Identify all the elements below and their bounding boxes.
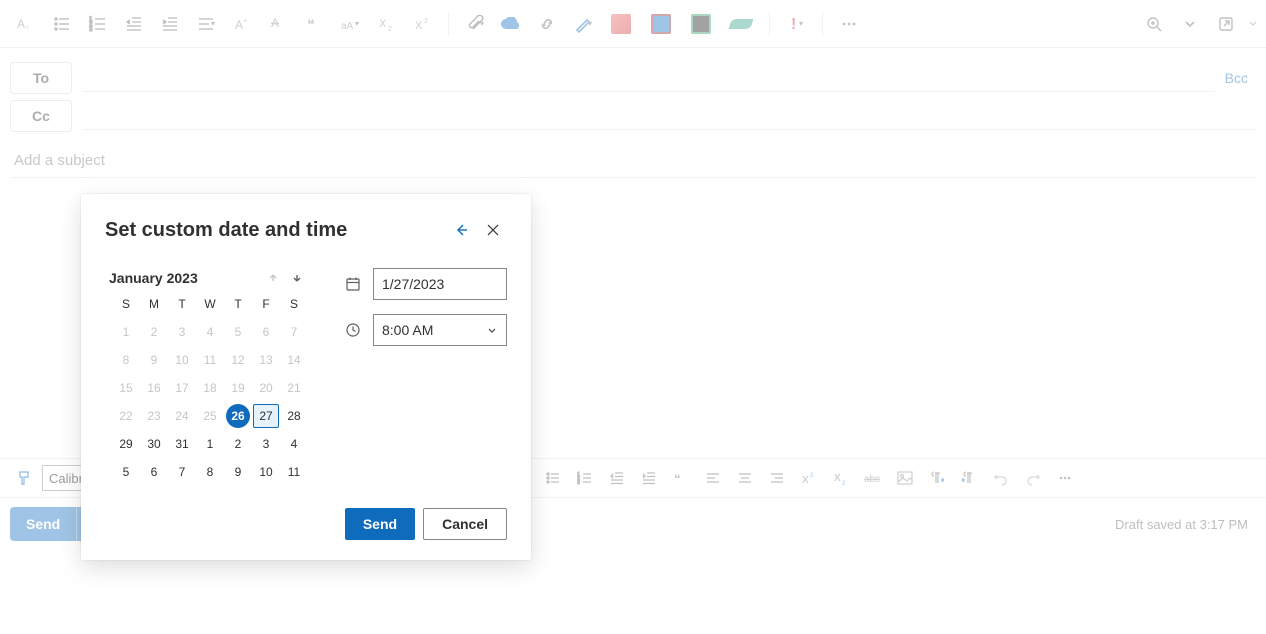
calendar-day[interactable]: 26 [226, 404, 250, 428]
calendar-day[interactable]: 27 [253, 404, 279, 428]
calendar-day[interactable]: 28 [282, 404, 306, 428]
calendar-day: 11 [198, 348, 222, 372]
calendar-day: 23 [142, 404, 166, 428]
calendar-dow: T [224, 290, 252, 318]
calendar-day: 24 [170, 404, 194, 428]
calendar-day[interactable]: 31 [170, 432, 194, 456]
calendar-day[interactable]: 29 [114, 432, 138, 456]
clock-icon [343, 320, 363, 340]
calendar-day[interactable]: 5 [114, 460, 138, 484]
calendar-prev-month-icon[interactable] [261, 266, 285, 290]
dialog-send-button[interactable]: Send [345, 508, 415, 540]
calendar-day[interactable]: 1 [198, 432, 222, 456]
calendar-day: 5 [226, 320, 250, 344]
calendar-day[interactable]: 2 [226, 432, 250, 456]
calendar-day: 25 [198, 404, 222, 428]
calendar-day: 10 [170, 348, 194, 372]
calendar-day: 17 [170, 376, 194, 400]
calendar-day: 13 [254, 348, 278, 372]
calendar-day: 7 [282, 320, 306, 344]
calendar-day[interactable]: 3 [254, 432, 278, 456]
compose-window: A▫ 123 ▾ A• A ❝ aA▾ X2 X2 ▾ ▾ !▾ [0, 0, 1266, 634]
calendar-day: 16 [142, 376, 166, 400]
calendar-day: 2 [142, 320, 166, 344]
calendar-day[interactable]: 7 [170, 460, 194, 484]
calendar-dow: S [112, 290, 140, 318]
calendar-day: 9 [142, 348, 166, 372]
calendar-month-label[interactable]: January 2023 [109, 270, 261, 286]
calendar-day: 14 [282, 348, 306, 372]
calendar-day: 22 [114, 404, 138, 428]
calendar-day: 3 [170, 320, 194, 344]
close-button[interactable] [479, 216, 507, 244]
calendar-day[interactable]: 10 [254, 460, 278, 484]
calendar-day: 19 [226, 376, 250, 400]
calendar-day[interactable]: 11 [282, 460, 306, 484]
calendar-icon [343, 274, 363, 294]
calendar-day[interactable]: 8 [198, 460, 222, 484]
calendar-day: 6 [254, 320, 278, 344]
calendar-dow: F [252, 290, 280, 318]
calendar-dow: S [280, 290, 308, 318]
calendar-dow: T [168, 290, 196, 318]
calendar-next-month-icon[interactable] [285, 266, 309, 290]
calendar-day: 15 [114, 376, 138, 400]
calendar-day: 8 [114, 348, 138, 372]
calendar-day[interactable]: 4 [282, 432, 306, 456]
calendar-dow: W [196, 290, 224, 318]
calendar-day: 18 [198, 376, 222, 400]
set-date-time-dialog: Set custom date and time January 2023 SM… [81, 194, 531, 560]
calendar-day: 20 [254, 376, 278, 400]
dialog-cancel-button[interactable]: Cancel [423, 508, 507, 540]
calendar-day: 4 [198, 320, 222, 344]
time-select[interactable]: 8:00 AM [373, 314, 507, 346]
chevron-down-icon [486, 324, 498, 336]
calendar-day[interactable]: 9 [226, 460, 250, 484]
calendar-day: 12 [226, 348, 250, 372]
calendar-day: 1 [114, 320, 138, 344]
calendar: January 2023 SMTWTFS12345678910111213141… [105, 266, 315, 486]
calendar-day[interactable]: 6 [142, 460, 166, 484]
calendar-day[interactable]: 30 [142, 432, 166, 456]
back-button[interactable] [447, 216, 475, 244]
calendar-dow: M [140, 290, 168, 318]
calendar-day: 21 [282, 376, 306, 400]
dialog-title: Set custom date and time [105, 219, 443, 242]
date-input[interactable]: 1/27/2023 [373, 268, 507, 300]
